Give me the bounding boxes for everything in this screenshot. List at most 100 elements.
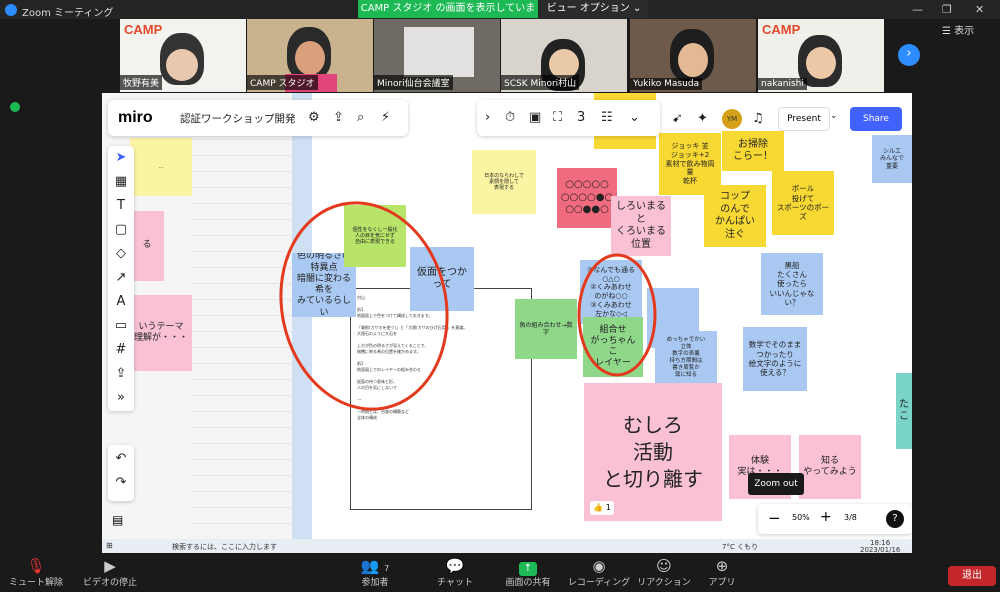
video-button[interactable]: ▶ ビデオの停止 bbox=[80, 555, 140, 588]
help-icon[interactable]: ? bbox=[886, 510, 904, 528]
record-label: レコーディング bbox=[567, 578, 631, 588]
chat-button[interactable]: 💬 チャット bbox=[430, 555, 480, 588]
share-screen-label: 画面の共有 bbox=[505, 578, 551, 588]
mute-label: ミュート解除 bbox=[8, 578, 63, 588]
redo-icon[interactable]: ↷ bbox=[113, 475, 129, 490]
reactions-icon[interactable]: ➹ bbox=[672, 111, 683, 126]
participants-button[interactable]: 👥 7 参加者 bbox=[350, 555, 400, 588]
apps-label: アプリ bbox=[708, 578, 736, 588]
microphone-muted-icon: 🎙 bbox=[26, 557, 46, 575]
avatar[interactable]: YM bbox=[722, 109, 742, 129]
view-options-button[interactable]: ビュー オプション ⌄ bbox=[540, 0, 648, 18]
miro-left-toolbar: ➤ ▦ T ▢ ◇ ↗ A ▭ # ⇪ » bbox=[108, 146, 134, 411]
record-button[interactable]: ◉ レコーディング bbox=[566, 555, 632, 588]
search-icon[interactable]: ⌕ bbox=[357, 110, 364, 125]
celebrate-icon[interactable]: ✦ bbox=[697, 111, 708, 126]
voting-icon[interactable]: ▣ bbox=[529, 110, 541, 125]
participant-tile[interactable]: CAMP 牧野有美 bbox=[120, 19, 246, 92]
zoom-in-button[interactable]: + bbox=[820, 509, 832, 525]
page-counter[interactable]: 3/8 bbox=[844, 513, 857, 522]
share-button[interactable]: Share bbox=[850, 107, 902, 131]
counter-icon[interactable]: 3 bbox=[577, 110, 585, 125]
participant-video bbox=[404, 27, 474, 77]
video-camera-icon: ▶ bbox=[104, 557, 116, 575]
undo-redo-panel: ↶ ↷ bbox=[108, 445, 134, 501]
clock-date: 2023/01/16 bbox=[860, 546, 901, 554]
participant-face bbox=[166, 49, 198, 81]
display-button[interactable]: ☰ 表示 bbox=[942, 22, 974, 37]
connector-arrow-icon[interactable]: ↗ bbox=[113, 270, 129, 285]
bell-icon[interactable]: ♫ bbox=[752, 111, 764, 126]
participant-tile[interactable]: Minori仙台会議室 bbox=[374, 19, 500, 92]
text-icon[interactable]: T bbox=[113, 198, 129, 213]
record-icon: ◉ bbox=[592, 557, 606, 575]
zoom-controls: − 50% + 3/8 ? bbox=[758, 504, 912, 534]
participant-tile[interactable]: Yukiko Masuda bbox=[630, 19, 756, 92]
frame-icon[interactable]: ⛶ bbox=[553, 110, 562, 125]
participant-face bbox=[295, 41, 325, 75]
reaction-button[interactable]: ☺ リアクション bbox=[636, 555, 692, 588]
next-page-arrow-icon[interactable]: › bbox=[898, 44, 920, 66]
participant-face bbox=[678, 43, 708, 77]
zoom-out-button[interactable]: − bbox=[768, 509, 781, 527]
more-chevron-icon[interactable]: ⌄ bbox=[629, 110, 640, 125]
zoom-level[interactable]: 50% bbox=[792, 513, 810, 522]
participant-face bbox=[806, 47, 836, 79]
select-cursor-icon[interactable]: ➤ bbox=[113, 150, 129, 165]
display-label: 表示 bbox=[954, 26, 975, 37]
templates-icon[interactable]: ▦ bbox=[113, 174, 129, 189]
camp-logo: CAMP bbox=[762, 22, 801, 37]
participant-name: SCSK Minori村山 bbox=[501, 75, 580, 90]
miro-logo: miro bbox=[118, 109, 153, 126]
reaction-label: リアクション bbox=[637, 578, 691, 588]
miro-board-bar: miro 認証ワークショップ開発 ⚙ ⇪ ⌕ ⚡ bbox=[108, 100, 408, 136]
chat-label: チャット bbox=[437, 578, 473, 588]
participant-tile[interactable]: CAMP nakanishi bbox=[758, 19, 884, 92]
share-status-banner: CAMP スタジオ の画面を表示しています bbox=[358, 0, 538, 32]
window-title: Zoom ミーティング bbox=[22, 8, 114, 19]
exit-meeting-button[interactable]: 退出 bbox=[948, 566, 996, 586]
annotation-circle bbox=[279, 201, 449, 411]
participant-name: nakanishi bbox=[758, 78, 807, 90]
chevron-right-icon[interactable]: › bbox=[485, 110, 490, 125]
settings-gear-icon[interactable]: ⚙ bbox=[308, 110, 320, 125]
pen-icon[interactable]: A bbox=[113, 294, 129, 309]
participants-label: 参加者 bbox=[361, 578, 389, 588]
frame-tool-icon[interactable]: # bbox=[113, 342, 129, 357]
participant-tile[interactable]: CAMP スタジオ bbox=[247, 19, 373, 92]
board-panel-icon[interactable]: ▤ bbox=[112, 513, 123, 527]
participants-icon: 👥 7 bbox=[360, 557, 390, 575]
close-icon[interactable]: ✕ bbox=[975, 3, 984, 16]
windows-taskbar: ⊞ 検索するには、ここに入力します 7°C くもり 18:16 2023/01/… bbox=[102, 539, 912, 554]
participant-tile[interactable]: SCSK Minori村山 bbox=[501, 19, 627, 92]
board-name[interactable]: 認証ワークショップ開発 bbox=[180, 111, 296, 126]
apps-button[interactable]: ⊕ アプリ bbox=[702, 555, 742, 588]
weather: 7°C くもり bbox=[722, 543, 759, 551]
comment-icon[interactable]: ▭ bbox=[113, 318, 129, 333]
timer-icon[interactable]: ⏱ bbox=[505, 110, 515, 125]
minimize-icon[interactable]: — bbox=[912, 3, 923, 16]
undo-icon[interactable]: ↶ bbox=[113, 451, 129, 466]
taskbar-search[interactable]: 検索するには、ここに入力します bbox=[172, 542, 277, 552]
upload-icon[interactable]: ⇪ bbox=[333, 110, 344, 125]
camp-logo: CAMP bbox=[124, 22, 163, 37]
apps-icon: ⊕ bbox=[715, 557, 729, 575]
upload-tool-icon[interactable]: ⇪ bbox=[113, 366, 129, 381]
sticky-note-icon[interactable]: ▢ bbox=[113, 222, 129, 237]
miro-collab-tools: › ⏱ ▣ ⛶ 3 ☷ ⌄ bbox=[477, 100, 660, 136]
shapes-icon[interactable]: ◇ bbox=[113, 246, 129, 261]
plugin-icon[interactable]: ⚡ bbox=[381, 110, 390, 125]
present-dropdown-icon[interactable]: ⌄ bbox=[830, 111, 838, 121]
zoom-meeting-controls: 🎙 ミュート解除 ▶ ビデオの停止 👥 7 参加者 💬 チャット ↑ 画面の共有 ◉ レコー… bbox=[0, 555, 1000, 592]
windows-start-icon[interactable]: ⊞ bbox=[106, 541, 113, 550]
participant-name: 牧野有美 bbox=[120, 75, 163, 90]
participant-count: 7 bbox=[384, 564, 390, 573]
present-button[interactable]: Present bbox=[778, 107, 830, 131]
share-screen-button[interactable]: ↑ 画面の共有 bbox=[500, 555, 556, 588]
notes-icon[interactable]: ☷ bbox=[601, 110, 613, 125]
more-tools-icon[interactable]: » bbox=[113, 390, 129, 405]
zoom-app-icon bbox=[5, 4, 17, 16]
mute-button[interactable]: 🎙 ミュート解除 bbox=[8, 555, 64, 588]
maximize-icon[interactable]: ❐ bbox=[942, 3, 952, 16]
annotation-circle bbox=[577, 253, 657, 377]
